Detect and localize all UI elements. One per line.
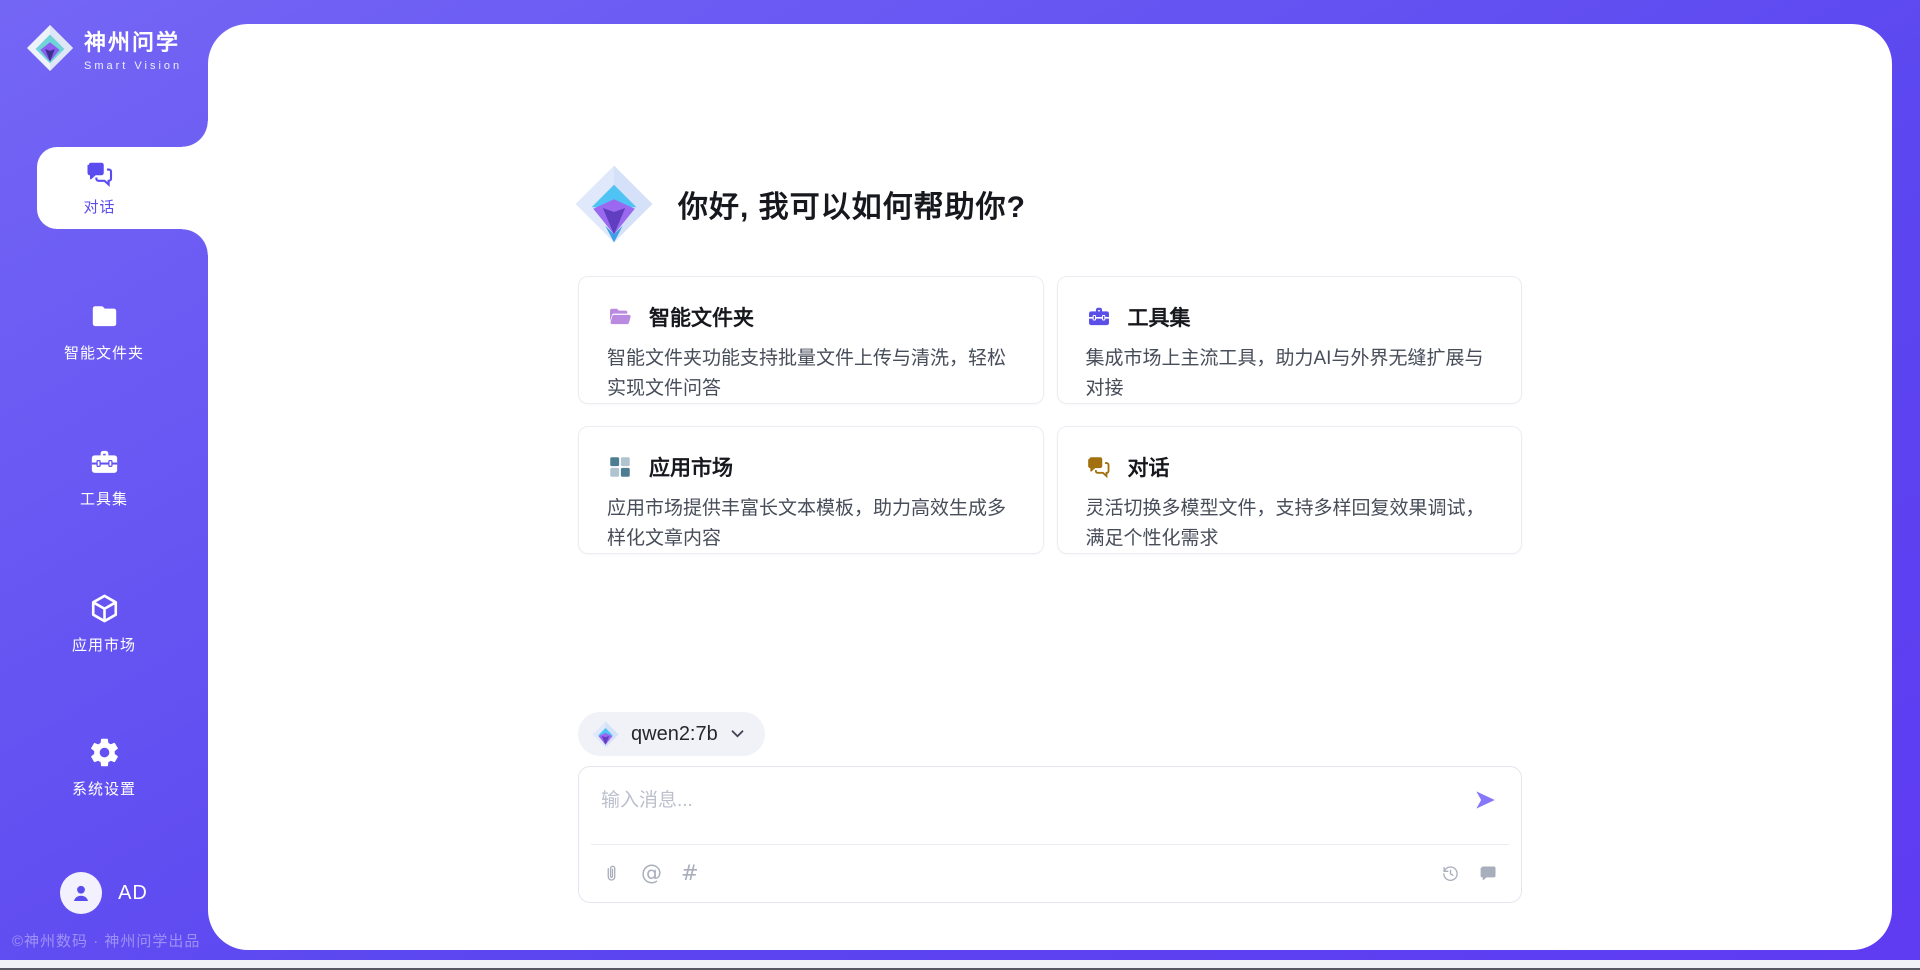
at-icon: @ [641, 863, 662, 884]
chevron-down-icon [730, 729, 745, 739]
composer-toolbar: @ # [579, 844, 1521, 902]
grid-icon [607, 454, 633, 480]
sidebar-item-label: 系统设置 [72, 778, 136, 799]
model-name: qwen2:7b [631, 723, 718, 746]
card-app-market[interactable]: 应用市场 应用市场提供丰富长文本模板，助力高效生成多样化文章内容 [578, 426, 1044, 554]
chat-bubble-icon [1478, 863, 1499, 884]
folder-icon [88, 300, 121, 333]
toolbox-icon [88, 446, 121, 479]
suggestion-cards: 智能文件夹 智能文件夹功能支持批量文件上传与清洗，轻松实现文件问答 工具集 集成… [578, 276, 1522, 554]
card-title: 智能文件夹 [649, 302, 754, 332]
paperclip-icon [601, 863, 622, 884]
person-icon [68, 880, 94, 906]
history-button[interactable] [1440, 863, 1461, 884]
send-icon [1472, 787, 1498, 813]
mention-button[interactable]: @ [641, 863, 662, 884]
card-title: 对话 [1128, 452, 1170, 482]
window-bottom-strip [0, 960, 1920, 968]
sidebar-item-smart-folder[interactable]: 智能文件夹 [0, 300, 208, 363]
model-selector[interactable]: qwen2:7b [578, 712, 765, 756]
card-toolset[interactable]: 工具集 集成市场上主流工具，助力AI与外界无缝扩展与对接 [1057, 276, 1523, 404]
sidebar: 神州问学 Smart Vision 对话 智能文件夹 工具集 应 [0, 0, 208, 970]
brand-logo: 神州问学 Smart Vision [26, 24, 182, 72]
sidebar-item-chat[interactable]: 对话 [37, 147, 208, 229]
card-smart-folder[interactable]: 智能文件夹 智能文件夹功能支持批量文件上传与清洗，轻松实现文件问答 [578, 276, 1044, 404]
card-title: 应用市场 [649, 452, 733, 482]
brand-name: 神州问学 [84, 25, 182, 57]
main-content: 你好, 我可以如何帮助你? 智能文件夹 智能文件夹功能支持批量文件上传与清洗，轻… [578, 24, 1522, 903]
card-chat[interactable]: 对话 灵活切换多模型文件，支持多样回复效果调试，满足个性化需求 [1057, 426, 1523, 554]
brand-diamond-icon [26, 24, 74, 72]
user-profile[interactable]: AD [0, 872, 208, 914]
history-clock-icon [1440, 863, 1461, 884]
model-diamond-icon [592, 721, 619, 748]
sidebar-item-label: 工具集 [80, 488, 128, 509]
avatar [60, 872, 102, 914]
chat-icon [85, 159, 115, 189]
message-composer: @ # [578, 766, 1522, 903]
sidebar-item-toolset[interactable]: 工具集 [0, 446, 208, 509]
new-chat-button[interactable] [1478, 863, 1499, 884]
sidebar-item-settings[interactable]: 系统设置 [0, 736, 208, 799]
greeting-text: 你好, 我可以如何帮助你? [678, 182, 1026, 226]
card-title: 工具集 [1128, 302, 1191, 332]
gear-icon [88, 736, 121, 769]
card-description: 应用市场提供丰富长文本模板，助力高效生成多样化文章内容 [607, 494, 1015, 554]
sidebar-item-app-market[interactable]: 应用市场 [0, 592, 208, 655]
sidebar-item-label: 应用市场 [72, 634, 136, 655]
greeting: 你好, 我可以如何帮助你? [574, 164, 1522, 244]
card-description: 智能文件夹功能支持批量文件上传与清洗，轻松实现文件问答 [607, 344, 1015, 404]
assistant-diamond-icon [574, 164, 654, 244]
attach-button[interactable] [601, 863, 622, 884]
topic-button[interactable]: # [681, 863, 699, 884]
chat-icon [1086, 454, 1112, 480]
hash-icon: # [681, 863, 699, 884]
card-description: 集成市场上主流工具，助力AI与外界无缝扩展与对接 [1086, 344, 1494, 404]
message-input[interactable] [579, 767, 1521, 841]
sidebar-item-label: 对话 [83, 196, 115, 217]
cube-icon [88, 592, 121, 625]
sidebar-item-label: 智能文件夹 [64, 342, 144, 363]
folder-open-icon [607, 304, 633, 330]
main-panel: 你好, 我可以如何帮助你? 智能文件夹 智能文件夹功能支持批量文件上传与清洗，轻… [208, 24, 1892, 950]
send-button[interactable] [1471, 787, 1499, 815]
card-description: 灵活切换多模型文件，支持多样回复效果调试，满足个性化需求 [1086, 494, 1494, 554]
toolbox-icon [1086, 304, 1112, 330]
brand-subtitle: Smart Vision [84, 60, 182, 72]
copyright-text: ©神州数码 · 神州问学出品 [12, 930, 212, 951]
user-initials: AD [118, 882, 148, 905]
